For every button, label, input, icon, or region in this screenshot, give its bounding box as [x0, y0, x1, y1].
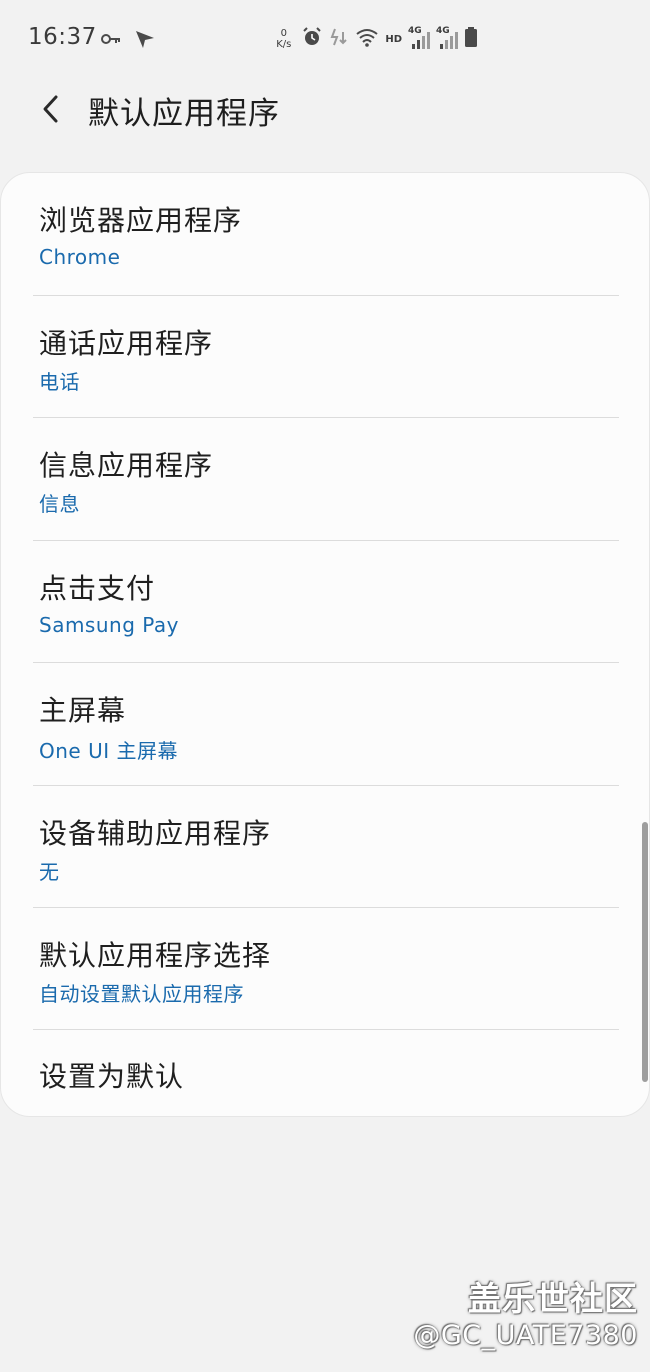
list-item-value: Samsung Pay	[39, 613, 180, 637]
net-speed: 0 K/s	[276, 28, 291, 50]
list-item-title: 信息应用程序	[39, 449, 214, 482]
list-item-value: Chrome	[39, 245, 121, 269]
list-item-title: 主屏幕	[39, 694, 127, 727]
data-arrows-icon	[329, 26, 349, 52]
send-icon	[134, 28, 156, 54]
scrollbar[interactable]	[642, 822, 648, 1082]
default-apps-list: 浏览器应用程序 Chrome 通话应用程序 电话 信息应用程序 信息 点击支付 …	[0, 172, 650, 1117]
list-item-messages-app[interactable]: 信息应用程序 信息	[1, 418, 649, 540]
list-item-call-app[interactable]: 通话应用程序 电话	[1, 296, 649, 418]
sim2-network-label: 4G	[436, 26, 450, 36]
hd-label: HD	[385, 33, 402, 45]
app-bar: 默认应用程序	[0, 80, 650, 142]
list-item-title: 浏览器应用程序	[39, 204, 243, 237]
key-icon	[100, 28, 122, 54]
list-item-browser-app[interactable]: 浏览器应用程序 Chrome	[1, 173, 649, 295]
list-item-default-app-selection[interactable]: 默认应用程序选择 自动设置默认应用程序	[1, 908, 649, 1030]
watermark-user-handle: @GC_UATE7380	[413, 1320, 638, 1351]
back-arrow-icon	[43, 95, 58, 123]
list-item-title: 通话应用程序	[39, 327, 214, 360]
list-item-tap-and-pay[interactable]: 点击支付 Samsung Pay	[1, 541, 649, 663]
list-item-value: 自动设置默认应用程序	[39, 982, 244, 1006]
list-item-value: 电话	[39, 370, 80, 394]
net-speed-value: 0	[280, 28, 287, 39]
page-title: 默认应用程序	[88, 96, 280, 132]
wifi-icon	[355, 26, 379, 52]
list-item-set-as-default[interactable]: 设置为默认	[1, 1030, 649, 1116]
status-bar: 16:37 0 K/s HD 4G 4G	[0, 0, 650, 80]
list-item-value: 无	[39, 860, 60, 884]
list-item-title: 设备辅助应用程序	[39, 817, 272, 850]
list-item-device-assistance-app[interactable]: 设备辅助应用程序 无	[1, 786, 649, 908]
alarm-icon	[301, 26, 323, 52]
watermark-community-name: 盖乐世社区	[468, 1279, 638, 1318]
list-item-value: 信息	[39, 492, 80, 516]
list-item-title: 设置为默认	[39, 1060, 185, 1093]
list-item-title: 点击支付	[39, 572, 156, 605]
status-time: 16:37	[28, 24, 97, 50]
list-item-value: One UI 主屏幕	[39, 739, 178, 763]
battery-icon	[464, 26, 478, 52]
list-item-home-screen[interactable]: 主屏幕 One UI 主屏幕	[1, 663, 649, 785]
signal-icon: 4G	[408, 26, 430, 50]
signal-icon-sim2: 4G	[436, 26, 458, 50]
net-speed-unit: K/s	[276, 39, 292, 50]
list-item-title: 默认应用程序选择	[39, 939, 272, 972]
sim1-network-label: 4G	[408, 26, 422, 36]
status-notification-icons	[100, 28, 156, 54]
back-button[interactable]	[34, 92, 68, 126]
status-system-icons: 0 K/s HD 4G 4G	[276, 26, 478, 52]
